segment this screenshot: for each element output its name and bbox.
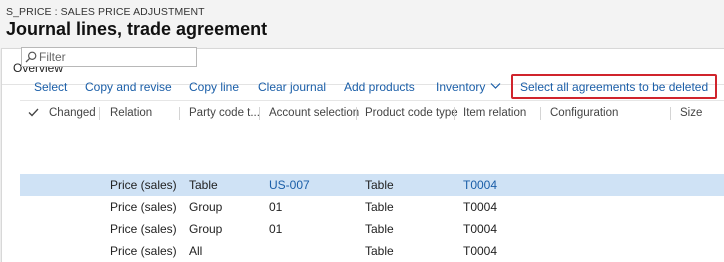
filter-box[interactable] bbox=[21, 47, 197, 67]
table-row[interactable]: Price (sales) Table US-007 Table T0004 bbox=[20, 174, 724, 196]
highlight-box bbox=[511, 74, 717, 99]
cell-product-code-type: Table bbox=[365, 200, 394, 214]
column-header-item-relation[interactable]: Item relation bbox=[463, 107, 526, 119]
column-header-size[interactable]: Size bbox=[680, 107, 702, 119]
cell-item-relation: T0004 bbox=[463, 200, 498, 214]
inventory-menu-button[interactable]: Inventory bbox=[436, 80, 485, 96]
column-divider bbox=[454, 107, 455, 120]
column-header-configuration[interactable]: Configuration bbox=[550, 107, 618, 119]
column-header-account-selection[interactable]: Account selection bbox=[269, 107, 359, 119]
cell-relation: Price (sales) bbox=[110, 244, 177, 258]
cell-party-code-type: Table bbox=[189, 178, 218, 192]
cell-item-relation-link[interactable]: T0004 bbox=[463, 178, 497, 192]
table-row[interactable]: Price (sales) Group 01 Table T0004 bbox=[20, 196, 724, 218]
table-row[interactable]: Price (sales) All Table T0004 bbox=[20, 240, 724, 262]
page-title: Journal lines, trade agreement bbox=[6, 19, 268, 39]
search-icon bbox=[25, 51, 37, 63]
cell-product-code-type: Table bbox=[365, 178, 394, 192]
select-all-check-icon[interactable] bbox=[28, 108, 39, 117]
cell-item-relation: T0004 bbox=[463, 244, 498, 258]
cell-product-code-type: Table bbox=[365, 244, 394, 258]
column-header-party-code-type[interactable]: Party code t... bbox=[189, 107, 260, 119]
column-divider bbox=[540, 107, 541, 120]
cell-relation: Price (sales) bbox=[110, 200, 177, 214]
column-divider bbox=[99, 107, 100, 120]
cell-relation: Price (sales) bbox=[110, 222, 177, 236]
clear-journal-button[interactable]: Clear journal bbox=[258, 80, 326, 96]
column-divider bbox=[259, 107, 260, 120]
column-divider bbox=[670, 107, 671, 120]
cell-party-code-type: All bbox=[189, 244, 203, 258]
cell-party-code-type: Group bbox=[189, 222, 223, 236]
cell-account-selection: 01 bbox=[269, 222, 283, 236]
table-row[interactable]: Price (sales) Group 01 Table T0004 bbox=[20, 218, 724, 240]
cell-relation: Price (sales) bbox=[110, 178, 177, 192]
grid-header: Changed Relation Party code t... Account… bbox=[20, 100, 724, 124]
column-header-product-code-type[interactable]: Product code type bbox=[365, 107, 458, 119]
column-divider bbox=[179, 107, 180, 120]
copy-line-button[interactable]: Copy line bbox=[189, 80, 239, 96]
cell-account-selection-link[interactable]: US-007 bbox=[269, 178, 310, 192]
column-header-changed[interactable]: Changed bbox=[49, 107, 96, 119]
cell-account-selection: 01 bbox=[269, 200, 283, 214]
chevron-down-icon[interactable] bbox=[490, 82, 501, 90]
cell-product-code-type: Table bbox=[365, 222, 394, 236]
cell-item-relation: T0004 bbox=[463, 222, 498, 236]
column-divider bbox=[356, 107, 357, 120]
breadcrumb: S_PRICE : SALES PRICE ADJUSTMENT bbox=[6, 6, 205, 18]
copy-and-revise-button[interactable]: Copy and revise bbox=[85, 80, 172, 96]
column-header-relation[interactable]: Relation bbox=[110, 107, 152, 119]
select-button[interactable]: Select bbox=[34, 80, 67, 96]
add-products-button[interactable]: Add products bbox=[344, 80, 415, 96]
filter-input[interactable] bbox=[39, 48, 194, 66]
cell-party-code-type: Group bbox=[189, 200, 223, 214]
